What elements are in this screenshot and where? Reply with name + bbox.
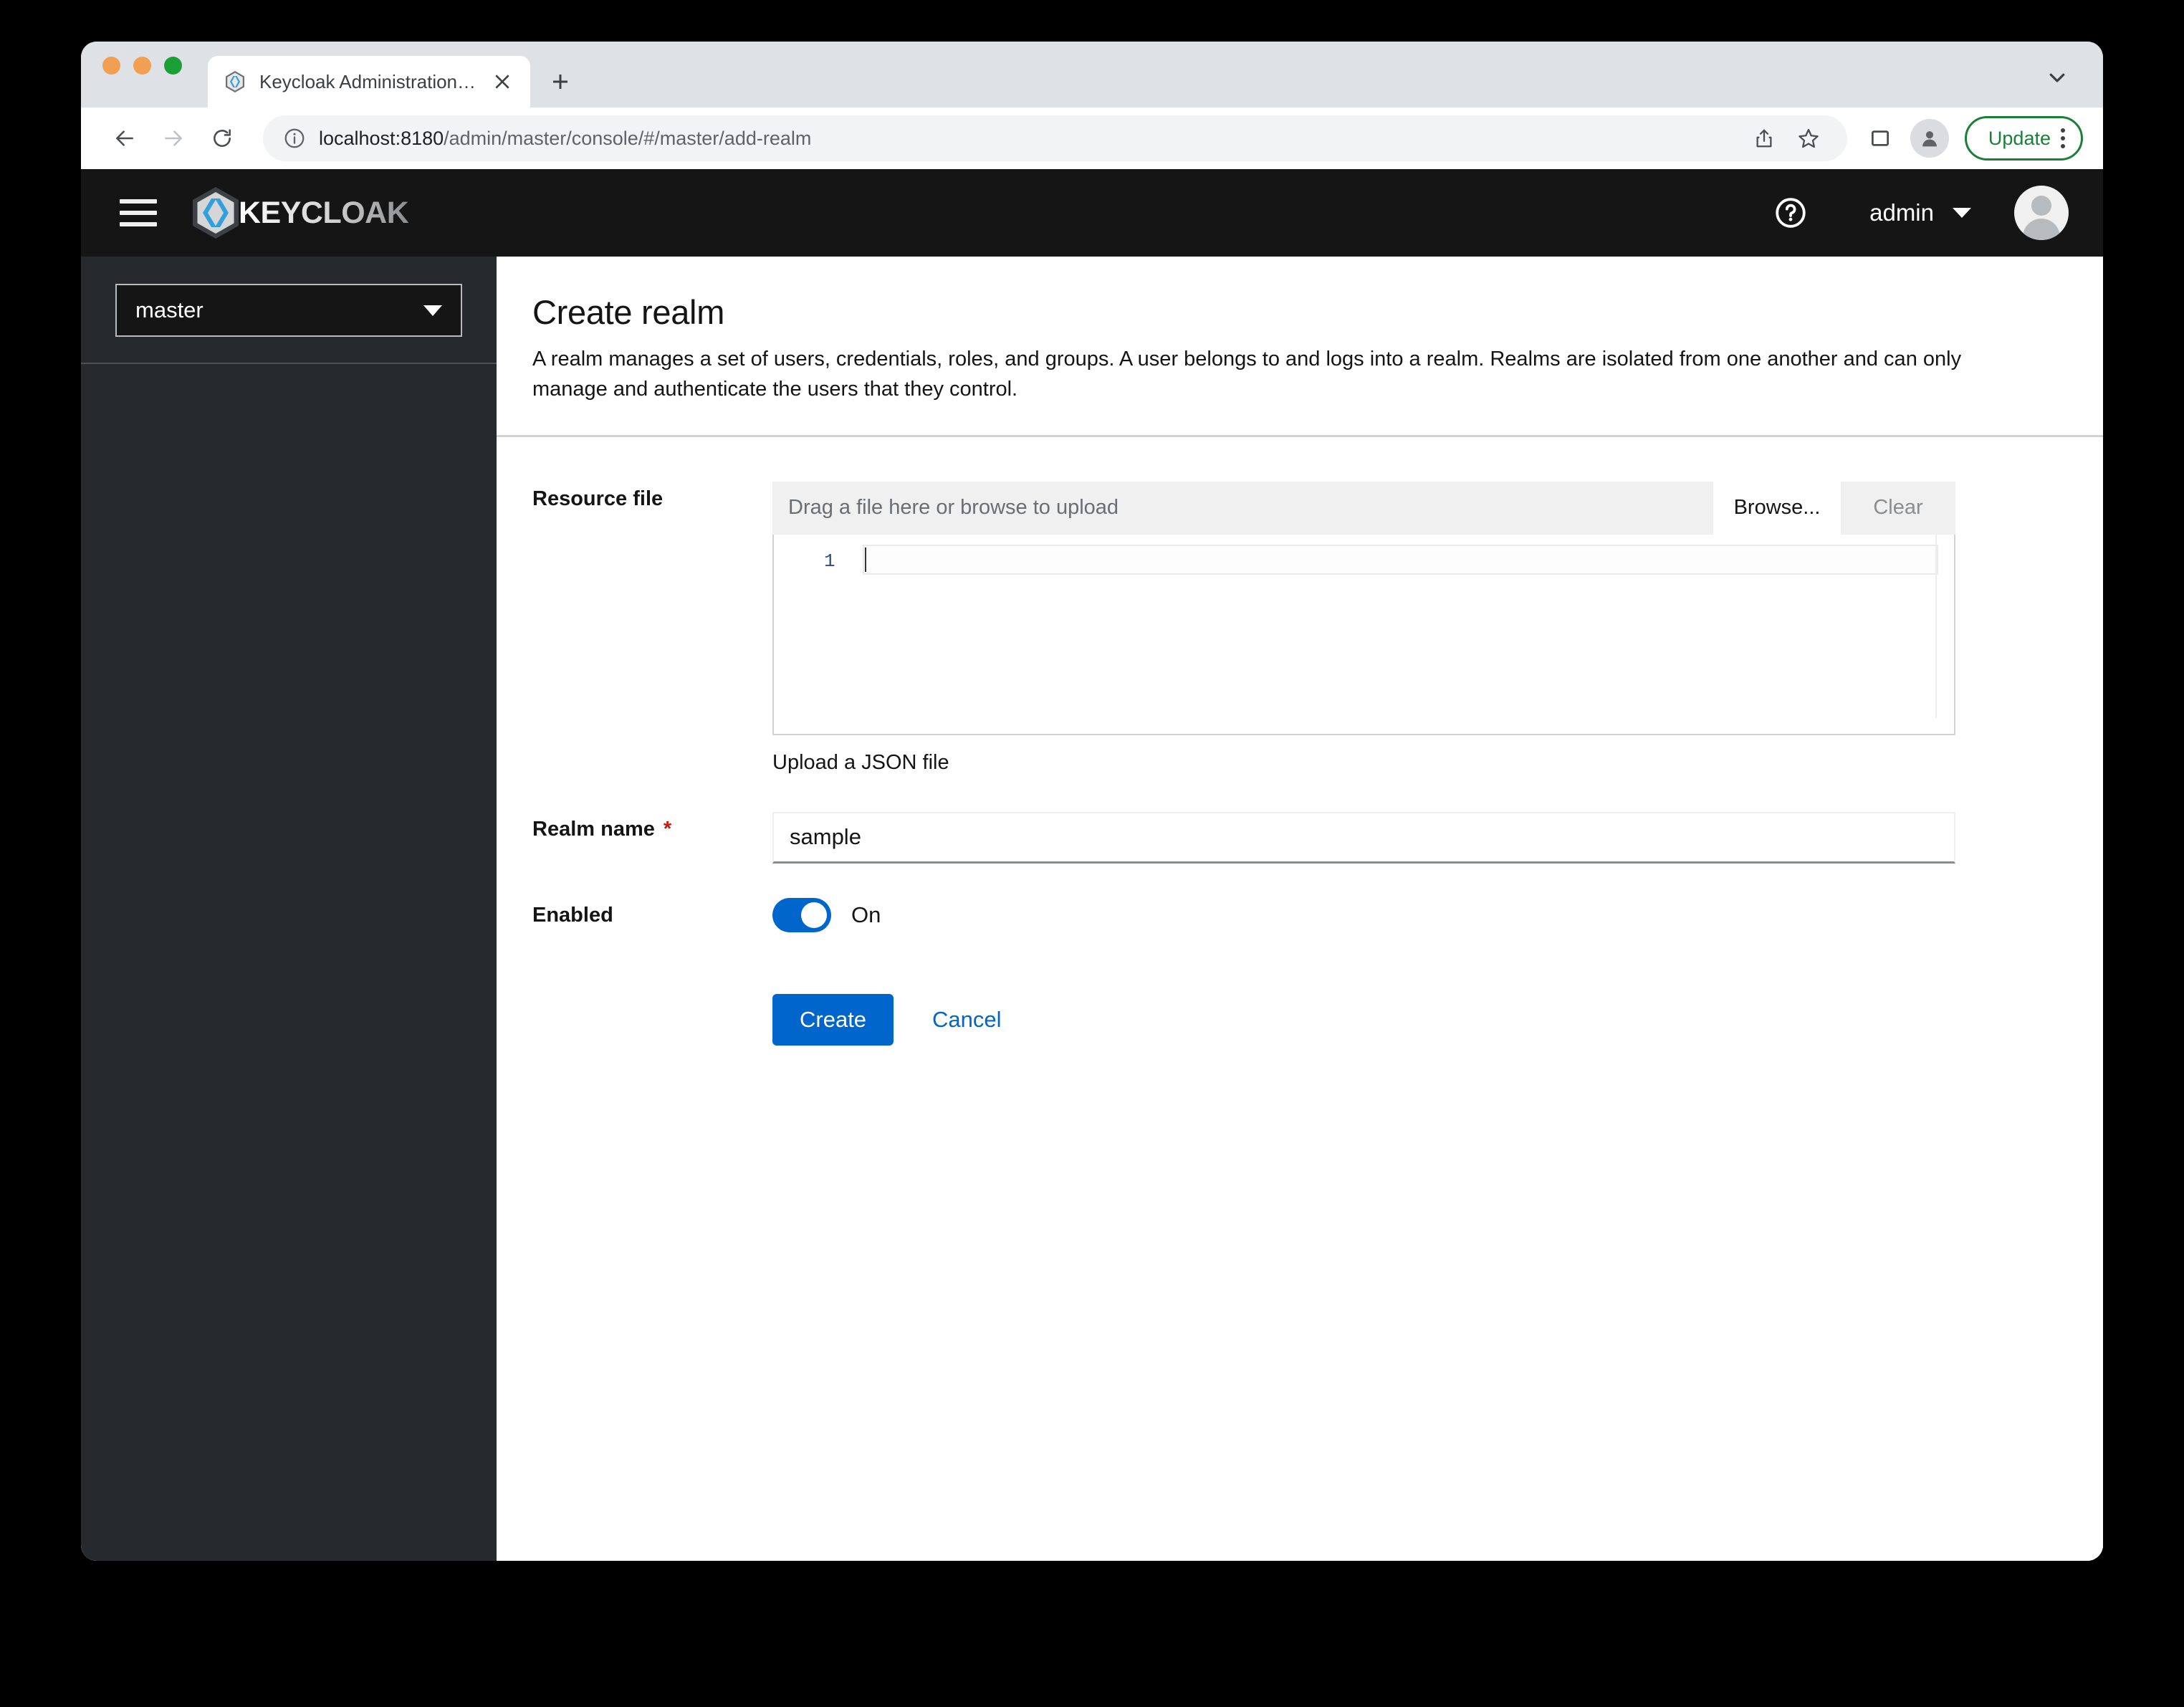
browse-button[interactable]: Browse... [1713, 481, 1841, 535]
file-upload-header: Drag a file here or browse to upload Bro… [772, 481, 1955, 535]
close-icon[interactable] [490, 70, 514, 94]
side-panel-icon[interactable] [1862, 120, 1899, 157]
update-button[interactable]: Update [1964, 116, 2083, 161]
page-description: A realm manages a set of users, credenti… [532, 348, 1962, 401]
realm-name-control [772, 811, 2103, 864]
enabled-state-label: On [851, 902, 881, 927]
resource-file-control: Drag a file here or browse to upload Bro… [772, 481, 2103, 775]
required-indicator: * [663, 817, 672, 841]
keycloak-logo-icon [190, 186, 241, 240]
chevron-down-icon[interactable] [2043, 63, 2072, 92]
realm-selector-value: master [135, 297, 203, 322]
editor-print-margin [1935, 534, 1937, 718]
enabled-label-text: Enabled [532, 903, 613, 927]
keycloak-brand-text: KEYCLOAK [239, 195, 409, 230]
close-window-button[interactable] [102, 56, 120, 75]
window-traffic-lights [102, 42, 182, 107]
form-actions: Create Cancel [497, 993, 2103, 1046]
sidebar-divider [81, 363, 497, 364]
form-row-enabled: Enabled On [497, 897, 2103, 932]
form-row-realm-name: Realm name * [497, 811, 2103, 864]
bookmark-star-icon[interactable] [1790, 120, 1827, 157]
main-content: Create realm A realm manages a set of us… [497, 257, 2103, 1561]
editor-line-number: 1 [824, 550, 835, 572]
chevron-down-icon [1953, 208, 1971, 218]
enabled-label: Enabled [532, 898, 772, 927]
reload-button[interactable] [200, 116, 244, 161]
sidebar: master [81, 257, 497, 1561]
page-viewport: KEYCLOAK admin master Create realm A rea… [81, 169, 2103, 1561]
enabled-toggle[interactable] [772, 897, 831, 932]
profile-avatar-icon[interactable] [1910, 119, 1949, 158]
site-info-icon[interactable] [283, 127, 306, 150]
forward-button[interactable] [151, 116, 196, 161]
browser-tab-title: Keycloak Administration UI [259, 70, 477, 92]
editor-active-line [863, 544, 1938, 575]
user-menu-dropdown[interactable]: admin [1869, 199, 1971, 226]
minimize-window-button[interactable] [133, 56, 151, 75]
keycloak-masthead: KEYCLOAK admin [81, 169, 2103, 257]
new-tab-button[interactable] [540, 62, 580, 102]
update-button-label: Update [1988, 127, 2051, 149]
create-button[interactable]: Create [772, 993, 894, 1046]
clear-button[interactable]: Clear [1841, 481, 1955, 535]
address-bar-url: localhost:8180/admin/master/console/#/ma… [319, 128, 811, 150]
realm-name-label: Realm name * [532, 812, 772, 841]
resource-file-label: Resource file [532, 482, 772, 511]
toggle-knob [801, 902, 827, 928]
enabled-toggle-row: On [772, 897, 1955, 932]
avatar-body [2023, 219, 2060, 240]
help-icon[interactable] [1773, 196, 1808, 230]
json-code-editor[interactable]: 1 [772, 534, 1955, 735]
browser-tab[interactable]: Keycloak Administration UI [208, 56, 530, 107]
avatar[interactable] [2014, 186, 2069, 240]
maximize-window-button[interactable] [164, 56, 182, 75]
browser-toolbar: localhost:8180/admin/master/console/#/ma… [81, 107, 2103, 169]
realm-name-input[interactable] [772, 811, 1955, 864]
url-host: localhost:8180 [319, 127, 444, 149]
nav-toggle-button[interactable] [115, 190, 161, 236]
browser-tab-strip: Keycloak Administration UI [81, 42, 2103, 107]
omnibox-actions [1745, 120, 1827, 157]
page-body: master Create realm A realm manages a se… [81, 257, 2103, 1561]
address-bar[interactable]: localhost:8180/admin/master/console/#/ma… [263, 115, 1847, 161]
url-path: /admin/master/console/#/master/add-realm [444, 127, 812, 149]
resource-file-label-text: Resource file [532, 487, 664, 510]
avatar-head [2031, 196, 2051, 216]
back-button[interactable] [102, 116, 147, 161]
create-realm-form: Resource file Drag a file here or browse… [497, 437, 2103, 1562]
editor-caret [865, 547, 866, 572]
user-menu-label: admin [1869, 199, 1934, 226]
realm-selector[interactable]: master [115, 284, 462, 337]
chevron-down-icon [423, 305, 442, 316]
chrome-menu-icon[interactable] [2061, 128, 2065, 148]
realm-selector-wrapper: master [81, 257, 497, 363]
page-title: Create realm [532, 293, 725, 331]
enabled-control: On [772, 897, 2103, 932]
browser-window: Keycloak Administration UI localhost:818… [81, 42, 2103, 1561]
file-drop-placeholder[interactable]: Drag a file here or browse to upload [772, 482, 1713, 535]
masthead-actions: admin [1773, 186, 2069, 240]
share-icon[interactable] [1745, 120, 1783, 157]
resource-file-helper-text: Upload a JSON file [772, 750, 949, 774]
realm-name-label-text: Realm name [532, 817, 655, 841]
keycloak-favicon-icon [224, 70, 246, 93]
cancel-button[interactable]: Cancel [914, 1007, 1020, 1033]
page-header: Create realm A realm manages a set of us… [497, 257, 2103, 435]
keycloak-brand[interactable]: KEYCLOAK [190, 186, 409, 240]
form-row-resource-file: Resource file Drag a file here or browse… [497, 481, 2103, 775]
